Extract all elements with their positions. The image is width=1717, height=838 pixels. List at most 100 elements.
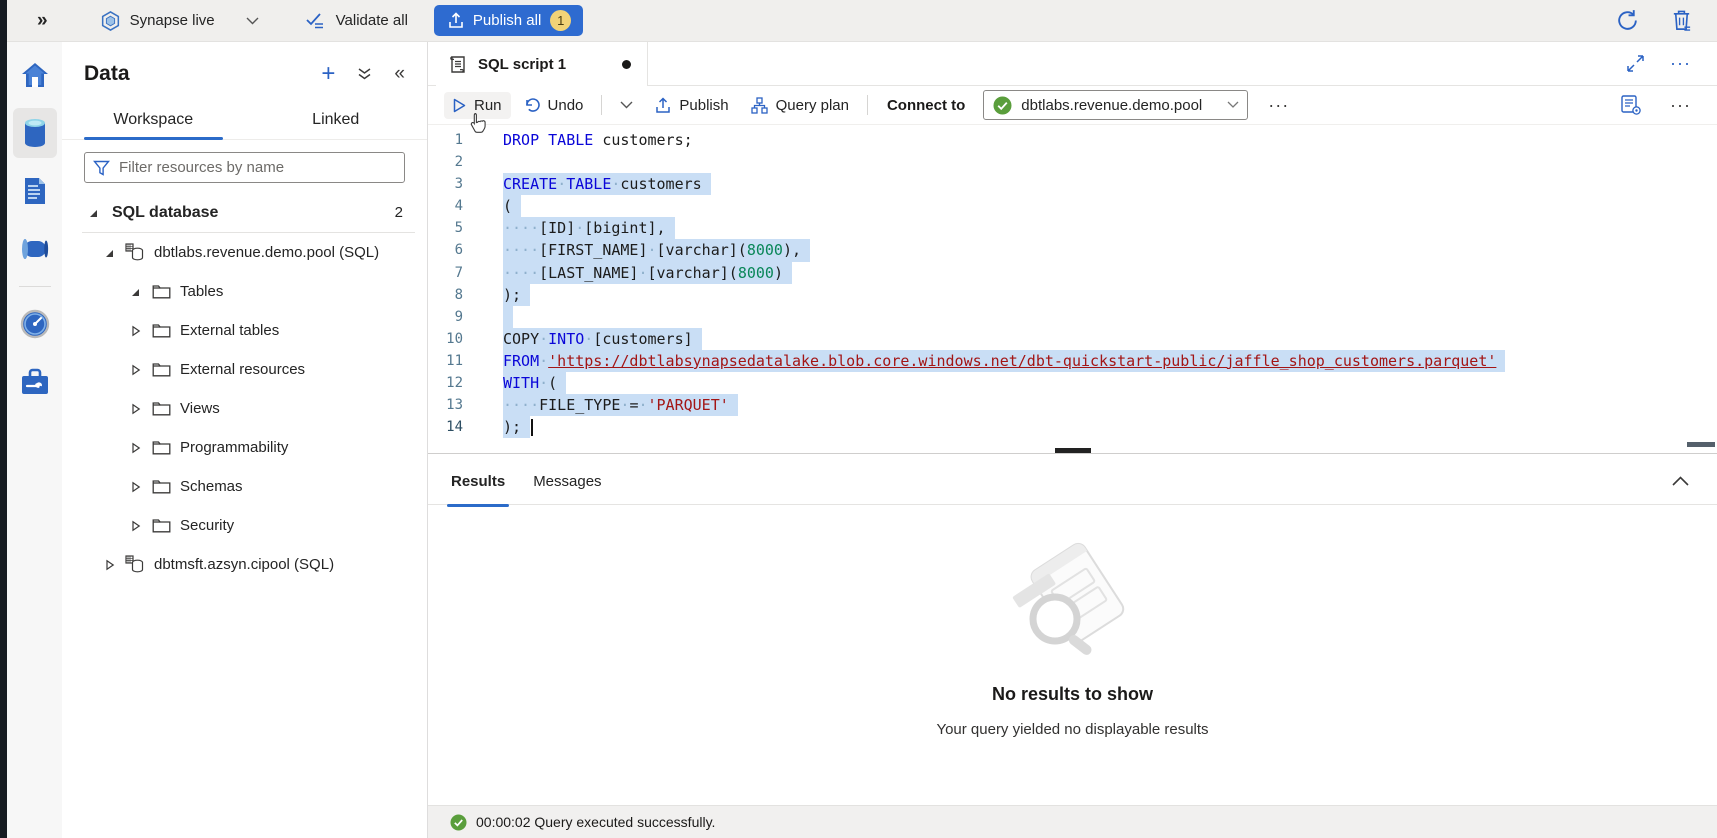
refresh-icon[interactable] (1615, 8, 1640, 33)
code-line-10[interactable]: COPY·INTO·[customers] (503, 328, 1717, 350)
code-token: · (638, 396, 647, 414)
code-line-2[interactable] (503, 151, 1717, 173)
mode-label: Synapse live (130, 12, 215, 29)
collapsed-caret-icon[interactable] (128, 363, 142, 377)
code-line-1[interactable]: DROP TABLE customers; (503, 129, 1717, 151)
script-properties-icon[interactable] (1620, 94, 1642, 116)
dropdown-chevron-icon (1227, 101, 1239, 109)
nav-monitor[interactable] (13, 299, 57, 349)
expand-editor-icon[interactable] (1627, 55, 1644, 72)
tab-workspace[interactable]: Workspace (62, 102, 245, 140)
main-work-area: SQL script 1 ··· Run U (428, 42, 1717, 838)
query-plan-button[interactable]: Query plan (742, 92, 858, 119)
connect-more-icon[interactable]: ··· (1268, 95, 1289, 116)
scrollbar-thumb[interactable] (1687, 442, 1715, 447)
tab-messages[interactable]: Messages (519, 461, 615, 502)
code-token: · (539, 374, 548, 392)
folder-icon (151, 283, 171, 301)
code-token: [varchar]( (648, 264, 738, 282)
collapse-panel-icon[interactable]: « (394, 63, 405, 85)
code-token: ( (548, 374, 557, 392)
query-plan-icon (751, 97, 768, 114)
tree-item-programmability[interactable]: Programmability (62, 428, 427, 467)
results-splitter[interactable] (428, 448, 1717, 458)
tree-item-views[interactable]: Views (62, 389, 427, 428)
nav-integrate[interactable] (13, 224, 57, 274)
tab-results[interactable]: Results (437, 461, 519, 502)
tree-item-external-tables[interactable]: External tables (62, 311, 427, 350)
code-line-14[interactable]: ); (503, 416, 1717, 438)
nav-develop[interactable] (13, 166, 57, 216)
query-status-bar: 00:00:02 Query executed successfully. (428, 805, 1717, 838)
double-chevron-down-icon[interactable] (357, 67, 372, 81)
sql-code-editor[interactable]: 1234567891011121314 DROP TABLE customers… (428, 125, 1717, 448)
tree-item-external-resources[interactable]: External resources (62, 350, 427, 389)
expanded-caret-icon[interactable] (86, 206, 100, 220)
code-line-8[interactable]: ); (503, 284, 1717, 306)
filter-resources-input[interactable] (119, 159, 396, 176)
validate-all-button[interactable]: Validate all (305, 12, 408, 30)
editor-more-icon[interactable]: ··· (1670, 95, 1691, 116)
collapsed-caret-icon[interactable] (128, 480, 142, 494)
success-check-icon (450, 814, 467, 831)
publish-count-badge: 1 (550, 10, 571, 31)
expanded-caret-icon[interactable] (128, 285, 142, 299)
code-line-5[interactable]: ····[ID]·[bigint], (503, 217, 1717, 239)
folder-icon (151, 361, 171, 379)
collapsed-caret-icon[interactable] (128, 519, 142, 533)
code-token: INTO (548, 330, 584, 348)
tab-sql-script-1[interactable]: SQL script 1 (436, 42, 648, 86)
collapsed-caret-icon[interactable] (128, 324, 142, 338)
code-line-12[interactable]: WITH·( (503, 372, 1717, 394)
code-token: COPY (503, 330, 539, 348)
code-token: · (575, 219, 584, 237)
code-token: WITH (503, 374, 539, 392)
code-token: DROP (503, 131, 539, 149)
tab-linked[interactable]: Linked (245, 102, 428, 140)
add-resource-button[interactable]: + (321, 65, 335, 83)
tree-item-schemas[interactable]: Schemas (62, 467, 427, 506)
nav-manage[interactable] (13, 357, 57, 407)
collapsed-caret-icon[interactable] (128, 402, 142, 416)
validate-check-icon (305, 12, 327, 30)
tree-item-tables[interactable]: Tables (62, 272, 427, 311)
tree-item-sql-database[interactable]: SQL database2 (62, 193, 427, 232)
tree-item-security[interactable]: Security (62, 506, 427, 545)
nav-home[interactable] (13, 50, 57, 100)
line-number: 1 (428, 129, 463, 151)
tree-item-dbtlabs-revenue-demo-pool-sql[interactable]: dbtlabs.revenue.demo.pool (SQL) (62, 233, 427, 272)
collapse-results-chevron-icon[interactable] (1672, 476, 1689, 486)
expanded-caret-icon[interactable] (102, 246, 116, 260)
collapsed-caret-icon[interactable] (102, 558, 116, 572)
publish-all-button[interactable]: Publish all 1 (434, 5, 583, 36)
rail-divider (19, 286, 51, 287)
code-line-3[interactable]: CREATE·TABLE·customers (503, 173, 1717, 195)
code-line-13[interactable]: ····FILE_TYPE·=·'PARQUET' (503, 394, 1717, 416)
discard-trash-icon[interactable] (1670, 8, 1693, 33)
nav-data[interactable] (13, 108, 57, 158)
tab-more-icon[interactable]: ··· (1670, 53, 1691, 74)
run-button[interactable]: Run (444, 92, 511, 119)
tree-item-label: External resources (180, 361, 305, 378)
expand-sidebar-icon[interactable]: » (37, 10, 48, 32)
publish-button[interactable]: Publish (646, 92, 737, 119)
code-line-9[interactable] (503, 306, 1717, 328)
code-line-7[interactable]: ····[LAST_NAME]·[varchar](8000) (503, 262, 1717, 284)
undo-icon (524, 97, 540, 113)
connected-check-icon (993, 96, 1012, 115)
code-line-6[interactable]: ····[FIRST_NAME]·[varchar](8000), (503, 239, 1717, 261)
tree-item-dbtmsft-azsyn-cipool-sql[interactable]: dbtmsft.azsyn.cipool (SQL) (62, 545, 427, 584)
code-area[interactable]: DROP TABLE customers; CREATE·TABLE·custom… (476, 129, 1717, 448)
collapsed-caret-icon[interactable] (128, 441, 142, 455)
more-commands-chevron[interactable] (611, 96, 642, 114)
document-icon (22, 176, 48, 206)
pool-select-dropdown[interactable]: dbtlabs.revenue.demo.pool (983, 90, 1248, 120)
code-line-4[interactable]: ( (503, 195, 1717, 217)
splitter-drag-handle[interactable] (1055, 448, 1091, 453)
run-label: Run (474, 97, 502, 114)
mode-switcher[interactable]: Synapse live (100, 10, 259, 32)
code-token: customers (620, 175, 701, 193)
code-token: 'https://dbtlabsynapsedatalake.blob.core… (548, 352, 1496, 370)
undo-button[interactable]: Undo (515, 92, 593, 119)
code-line-11[interactable]: FROM·'https://dbtlabsynapsedatalake.blob… (503, 350, 1717, 372)
